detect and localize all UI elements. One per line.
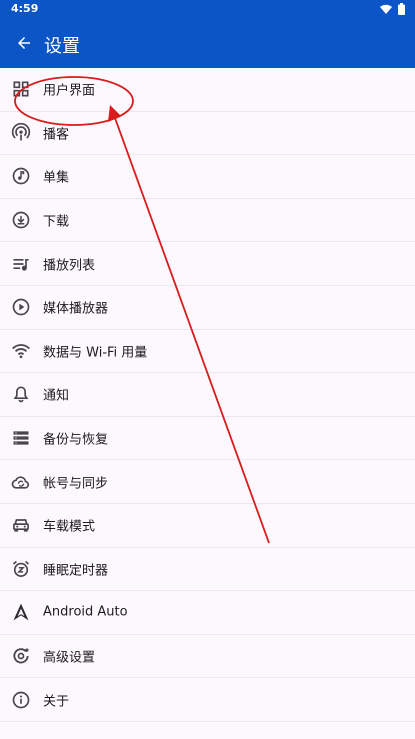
settings-item-sleep-timer[interactable]: 睡眠定时器: [0, 548, 415, 592]
settings-item-label: 帐号与同步: [43, 476, 109, 492]
podcast-icon: [11, 122, 31, 141]
playlist-icon: [13, 258, 29, 271]
settings-item-label: 下载: [43, 214, 70, 230]
page-title: 设置: [44, 36, 80, 57]
settings-item-label: 高级设置: [43, 650, 96, 666]
settings-item-user-interface[interactable]: 用户界面: [0, 68, 415, 112]
settings-item-about[interactable]: 关于: [0, 678, 415, 722]
settings-item-backup-restore[interactable]: 备份与恢复: [0, 417, 415, 461]
settings-item-label: 数据与 Wi-Fi 用量: [43, 345, 148, 361]
settings-item-podcasts[interactable]: 播客: [0, 112, 415, 156]
music-note-icon: [12, 168, 30, 185]
settings-item-label: 关于: [43, 694, 70, 710]
arrow-left-icon: [18, 37, 30, 49]
settings-item-android-auto[interactable]: Android Auto: [0, 591, 415, 635]
settings-item-label: 备份与恢复: [43, 432, 109, 448]
settings-item-advanced[interactable]: 高级设置: [0, 635, 415, 679]
settings-item-label: 媒体播放器: [43, 301, 109, 317]
settings-item-account-sync[interactable]: 帐号与同步: [0, 460, 415, 504]
android-auto-icon: [13, 604, 29, 621]
car-icon: [13, 519, 29, 532]
settings-list: 用户界面 播客 单集 下载 播放列表 媒体播放器 数据与 Wi-Fi 用量 通知…: [0, 68, 415, 722]
alarm-snooze-icon: [12, 560, 30, 577]
wifi-icon: [380, 4, 392, 14]
advanced-settings-icon: [13, 648, 29, 664]
settings-item-label: 睡眠定时器: [43, 563, 109, 579]
settings-item-downloads[interactable]: 下载: [0, 199, 415, 243]
info-icon: [12, 691, 30, 708]
settings-item-label: 通知: [43, 388, 70, 404]
status-bar: 4:59: [0, 0, 415, 18]
status-time: 4:59: [11, 2, 39, 15]
settings-item-playlist[interactable]: 播放列表: [0, 242, 415, 286]
back-button[interactable]: [8, 27, 40, 59]
settings-item-label: 用户界面: [43, 83, 96, 99]
settings-item-episodes[interactable]: 单集: [0, 155, 415, 199]
play-circle-icon: [12, 298, 30, 316]
settings-item-data-wifi-usage[interactable]: 数据与 Wi-Fi 用量: [0, 330, 415, 374]
settings-item-media-player[interactable]: 媒体播放器: [0, 286, 415, 330]
app-bar: 设置: [0, 18, 415, 68]
settings-item-label: 播放列表: [43, 258, 96, 274]
status-icons: [380, 3, 405, 15]
settings-item-label: 播客: [43, 127, 70, 143]
settings-item-label: Android Auto: [43, 604, 128, 620]
storage-icon: [13, 431, 29, 445]
settings-item-car-mode[interactable]: 车载模式: [0, 504, 415, 548]
cloud-sync-icon: [11, 476, 30, 489]
settings-item-label: 单集: [43, 170, 70, 186]
settings-item-label: 车载模式: [43, 519, 96, 535]
battery-icon: [398, 3, 405, 15]
settings-item-notifications[interactable]: 通知: [0, 373, 415, 417]
bell-icon: [13, 386, 29, 403]
download-icon: [12, 211, 30, 229]
wifi-icon: [12, 344, 30, 359]
grid-icon: [13, 81, 29, 97]
